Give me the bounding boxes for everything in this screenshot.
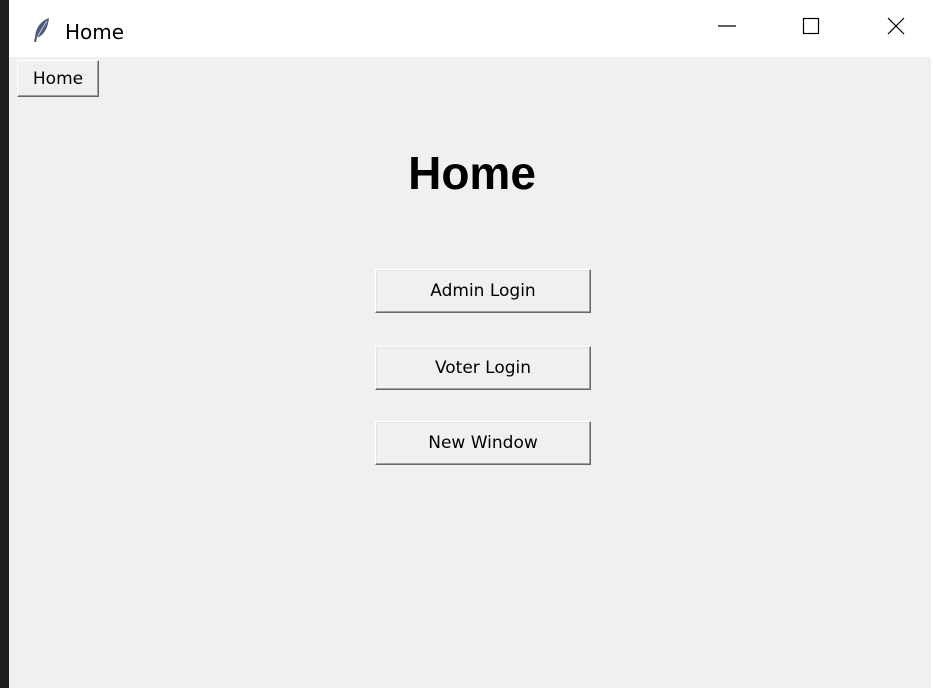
new-window-button[interactable]: New Window	[375, 421, 591, 465]
close-icon	[886, 16, 906, 41]
minimize-icon	[717, 16, 737, 41]
voter-login-button[interactable]: Voter Login	[375, 346, 591, 390]
maximize-icon	[801, 16, 821, 41]
page-title: Home	[408, 147, 536, 199]
maximize-button[interactable]	[780, 0, 842, 57]
home-menu-button[interactable]: Home	[17, 60, 99, 97]
close-button[interactable]	[865, 0, 927, 57]
minimize-button[interactable]	[696, 0, 758, 57]
window-title: Home	[65, 20, 125, 44]
feather-icon	[31, 17, 53, 43]
client-area: Home Home Admin Login Voter Login New Wi…	[9, 57, 931, 688]
app-window: Home Home Home Admin Login Voter Login N…	[0, 0, 931, 688]
title-bar[interactable]: Home	[9, 0, 931, 57]
admin-login-button[interactable]: Admin Login	[375, 269, 591, 313]
